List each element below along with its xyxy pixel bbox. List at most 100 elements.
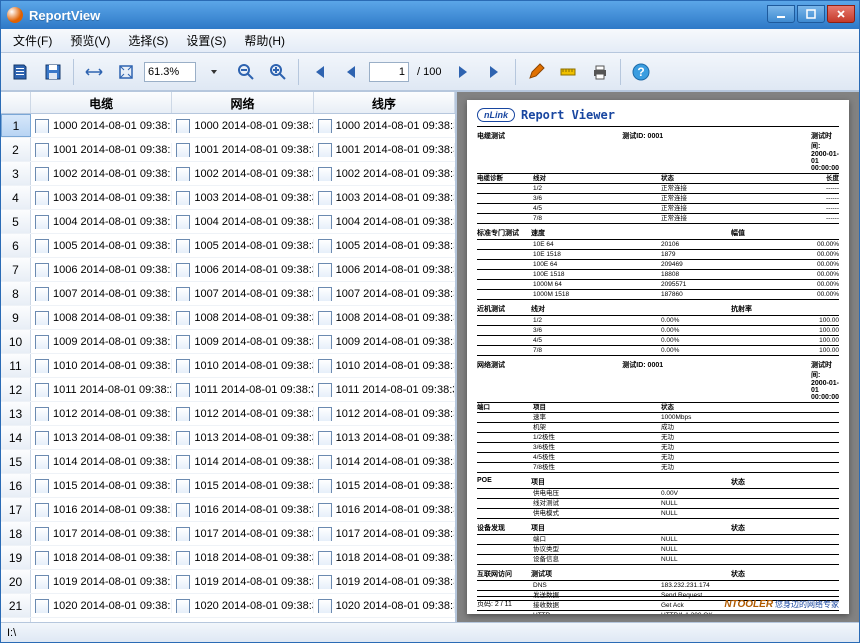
cell-cable[interactable]: 1007 2014-08-01 09:38:26 bbox=[31, 287, 172, 301]
first-page-button[interactable] bbox=[305, 58, 333, 86]
cell-cable[interactable]: 1002 2014-08-01 09:38:26 bbox=[31, 167, 172, 181]
minimize-button[interactable] bbox=[767, 5, 795, 23]
cell-cable[interactable]: 1013 2014-08-01 09:38:26 bbox=[31, 431, 172, 445]
cell-network[interactable]: 1004 2014-08-01 09:38:30 bbox=[172, 215, 313, 229]
cell-cable[interactable]: 1017 2014-08-01 09:38:26 bbox=[31, 527, 172, 541]
cell-network[interactable]: 1010 2014-08-01 09:38:30 bbox=[172, 359, 313, 373]
table-row[interactable]: 141013 2014-08-01 09:38:261013 2014-08-0… bbox=[1, 426, 455, 450]
table-row[interactable]: 61005 2014-08-01 09:38:261005 2014-08-01… bbox=[1, 234, 455, 258]
cell-network[interactable]: 1006 2014-08-01 09:38:30 bbox=[172, 263, 313, 277]
close-button[interactable] bbox=[827, 5, 855, 23]
table-row[interactable]: 211020 2014-08-01 09:38:261020 2014-08-0… bbox=[1, 594, 455, 618]
cell-cable[interactable]: 1020 2014-08-01 09:38:26 bbox=[31, 599, 172, 613]
cell-sequence[interactable]: 1016 2014-08-01 09:38:35 bbox=[314, 503, 455, 517]
cell-cable[interactable]: 1008 2014-08-01 09:38:26 bbox=[31, 311, 172, 325]
cell-sequence[interactable]: 1020 2014-08-01 09:38:35 bbox=[314, 599, 455, 613]
cell-cable[interactable]: 1001 2014-08-01 09:38:26 bbox=[31, 143, 172, 157]
cell-network[interactable]: 1008 2014-08-01 09:38:30 bbox=[172, 311, 313, 325]
print-button[interactable] bbox=[586, 58, 614, 86]
cell-cable[interactable]: 1004 2014-08-01 09:38:26 bbox=[31, 215, 172, 229]
cell-network[interactable]: 1015 2014-08-01 09:38:30 bbox=[172, 479, 313, 493]
table-row[interactable]: 111010 2014-08-01 09:38:261010 2014-08-0… bbox=[1, 354, 455, 378]
table-row[interactable]: 121011 2014-08-01 09:38:261011 2014-08-0… bbox=[1, 378, 455, 402]
fit-width-button[interactable] bbox=[80, 58, 108, 86]
cell-sequence[interactable]: 1018 2014-08-01 09:38:35 bbox=[314, 551, 455, 565]
table-row[interactable]: 151014 2014-08-01 09:38:261014 2014-08-0… bbox=[1, 450, 455, 474]
cell-cable[interactable]: 1015 2014-08-01 09:38:26 bbox=[31, 479, 172, 493]
cell-sequence[interactable]: 1004 2014-08-01 09:38:34 bbox=[314, 215, 455, 229]
table-row[interactable]: 71006 2014-08-01 09:38:261006 2014-08-01… bbox=[1, 258, 455, 282]
zoom-dropdown-button[interactable] bbox=[200, 58, 228, 86]
cell-network[interactable]: 1017 2014-08-01 09:38:31 bbox=[172, 527, 313, 541]
cell-cable[interactable]: 1014 2014-08-01 09:38:26 bbox=[31, 455, 172, 469]
cell-network[interactable]: 1007 2014-08-01 09:38:30 bbox=[172, 287, 313, 301]
prev-page-button[interactable] bbox=[337, 58, 365, 86]
maximize-button[interactable] bbox=[797, 5, 825, 23]
cell-network[interactable]: 1018 2014-08-01 09:38:31 bbox=[172, 551, 313, 565]
cell-network[interactable]: 1020 2014-08-01 09:38:31 bbox=[172, 599, 313, 613]
cell-sequence[interactable]: 1014 2014-08-01 09:38:34 bbox=[314, 455, 455, 469]
cell-network[interactable]: 1000 2014-08-01 09:38:30 bbox=[172, 119, 313, 133]
zoom-input[interactable] bbox=[144, 62, 196, 82]
cell-cable[interactable]: 1010 2014-08-01 09:38:26 bbox=[31, 359, 172, 373]
cell-sequence[interactable]: 1012 2014-08-01 09:38:34 bbox=[314, 407, 455, 421]
table-row[interactable]: 81007 2014-08-01 09:38:261007 2014-08-01… bbox=[1, 282, 455, 306]
table-row[interactable]: 101009 2014-08-01 09:38:261009 2014-08-0… bbox=[1, 330, 455, 354]
cell-sequence[interactable]: 1015 2014-08-01 09:38:34 bbox=[314, 479, 455, 493]
cell-network[interactable]: 1001 2014-08-01 09:38:30 bbox=[172, 143, 313, 157]
cell-cable[interactable]: 1016 2014-08-01 09:38:26 bbox=[31, 503, 172, 517]
cell-network[interactable]: 1005 2014-08-01 09:38:30 bbox=[172, 239, 313, 253]
cell-network[interactable]: 1019 2014-08-01 09:38:31 bbox=[172, 575, 313, 589]
cell-network[interactable]: 1013 2014-08-01 09:38:30 bbox=[172, 431, 313, 445]
cell-sequence[interactable]: 1003 2014-08-01 09:38:34 bbox=[314, 191, 455, 205]
table-row[interactable]: 161015 2014-08-01 09:38:261015 2014-08-0… bbox=[1, 474, 455, 498]
menu-preview[interactable]: 预览(V) bbox=[62, 30, 118, 51]
cell-sequence[interactable]: 1000 2014-08-01 09:38:34 bbox=[314, 119, 455, 133]
zoom-in-button[interactable] bbox=[264, 58, 292, 86]
table-row[interactable]: 91008 2014-08-01 09:38:261008 2014-08-01… bbox=[1, 306, 455, 330]
cell-cable[interactable]: 1011 2014-08-01 09:38:26 bbox=[31, 383, 172, 397]
cell-sequence[interactable]: 1009 2014-08-01 09:38:34 bbox=[314, 335, 455, 349]
zoom-out-button[interactable] bbox=[232, 58, 260, 86]
cell-sequence[interactable]: 1008 2014-08-01 09:38:34 bbox=[314, 311, 455, 325]
cell-sequence[interactable]: 1013 2014-08-01 09:38:34 bbox=[314, 431, 455, 445]
preview-pane[interactable]: nLink Report Viewer 电缆测试测试ID: 0001测试时间: … bbox=[457, 92, 859, 622]
table-row[interactable]: 171016 2014-08-01 09:38:261016 2014-08-0… bbox=[1, 498, 455, 522]
cell-sequence[interactable]: 1010 2014-08-01 09:38:34 bbox=[314, 359, 455, 373]
table-row[interactable]: 201019 2014-08-01 09:38:261019 2014-08-0… bbox=[1, 570, 455, 594]
table-row[interactable]: 191018 2014-08-01 09:38:261018 2014-08-0… bbox=[1, 546, 455, 570]
cell-network[interactable]: 1012 2014-08-01 09:38:30 bbox=[172, 407, 313, 421]
table-row[interactable]: 21001 2014-08-01 09:38:261001 2014-08-01… bbox=[1, 138, 455, 162]
menu-file[interactable]: 文件(F) bbox=[5, 30, 60, 51]
edit-button[interactable] bbox=[522, 58, 550, 86]
cell-cable[interactable]: 1000 2014-08-01 09:38:25 bbox=[31, 119, 172, 133]
cell-sequence[interactable]: 1019 2014-08-01 09:38:35 bbox=[314, 575, 455, 589]
column-sequence[interactable]: 线序 bbox=[314, 92, 455, 113]
cell-cable[interactable]: 1012 2014-08-01 09:38:26 bbox=[31, 407, 172, 421]
cell-network[interactable]: 1014 2014-08-01 09:38:30 bbox=[172, 455, 313, 469]
fit-page-button[interactable] bbox=[112, 58, 140, 86]
cell-cable[interactable]: 1006 2014-08-01 09:38:26 bbox=[31, 263, 172, 277]
page-input[interactable] bbox=[369, 62, 409, 82]
cell-sequence[interactable]: 1001 2014-08-01 09:38:34 bbox=[314, 143, 455, 157]
cell-sequence[interactable]: 1017 2014-08-01 09:38:35 bbox=[314, 527, 455, 541]
cell-network[interactable]: 1009 2014-08-01 09:38:30 bbox=[172, 335, 313, 349]
menu-settings[interactable]: 设置(S) bbox=[178, 30, 234, 51]
table-row[interactable]: 41003 2014-08-01 09:38:261003 2014-08-01… bbox=[1, 186, 455, 210]
table-row[interactable]: 31002 2014-08-01 09:38:261002 2014-08-01… bbox=[1, 162, 455, 186]
cell-sequence[interactable]: 1006 2014-08-01 09:38:34 bbox=[314, 263, 455, 277]
help-button[interactable]: ? bbox=[627, 58, 655, 86]
cell-network[interactable]: 1003 2014-08-01 09:38:30 bbox=[172, 191, 313, 205]
cell-cable[interactable]: 1018 2014-08-01 09:38:26 bbox=[31, 551, 172, 565]
menu-help[interactable]: 帮助(H) bbox=[236, 30, 293, 51]
table-row[interactable]: 51004 2014-08-01 09:38:261004 2014-08-01… bbox=[1, 210, 455, 234]
ruler-button[interactable] bbox=[554, 58, 582, 86]
menu-select[interactable]: 选择(S) bbox=[120, 30, 176, 51]
column-network[interactable]: 网络 bbox=[172, 92, 313, 113]
table-row[interactable]: 11000 2014-08-01 09:38:251000 2014-08-01… bbox=[1, 114, 455, 138]
cell-cable[interactable]: 1003 2014-08-01 09:38:26 bbox=[31, 191, 172, 205]
cell-sequence[interactable]: 1011 2014-08-01 09:38:34 bbox=[314, 383, 455, 397]
cell-network[interactable]: 1011 2014-08-01 09:38:30 bbox=[172, 383, 313, 397]
cell-network[interactable]: 1002 2014-08-01 09:38:30 bbox=[172, 167, 313, 181]
cell-cable[interactable]: 1009 2014-08-01 09:38:26 bbox=[31, 335, 172, 349]
